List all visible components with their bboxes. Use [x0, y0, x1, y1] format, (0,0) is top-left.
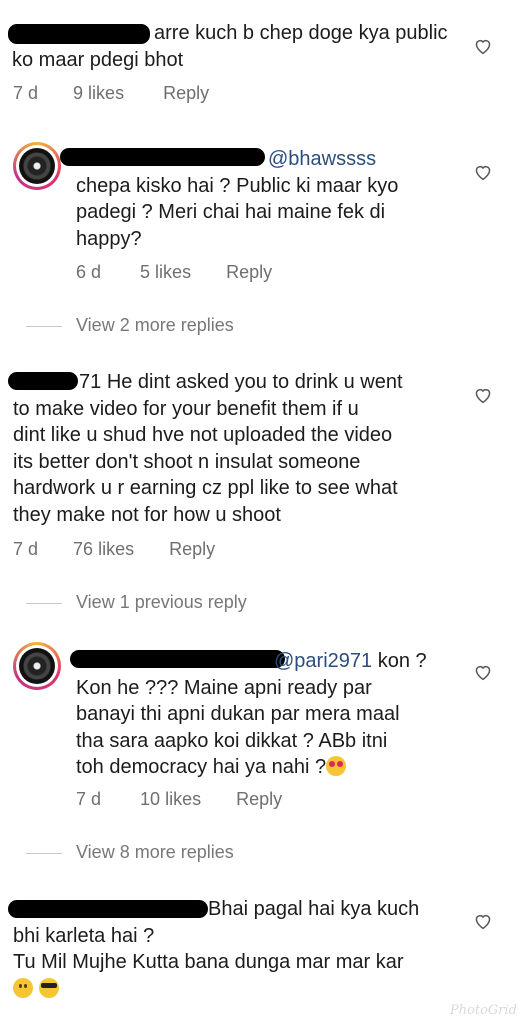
mention-link[interactable]: @bhawssss: [76, 146, 398, 173]
reply-button[interactable]: Reply: [169, 539, 215, 560]
heart-eyes-emoji: [326, 756, 347, 776]
comment-text: 71 He dint asked you to drink u went to …: [13, 371, 403, 526]
sunglasses-emoji: [38, 977, 59, 998]
timestamp: 6 d: [76, 262, 102, 282]
comment-3: Bhai pagal hai kya kuch bhi karleta hai …: [0, 890, 525, 1024]
comment-meta: 7 d 10 likes Reply: [76, 789, 282, 810]
thread-divider: [26, 326, 62, 327]
reply-button[interactable]: Reply: [226, 262, 272, 283]
reply-button[interactable]: Reply: [236, 789, 282, 810]
comment-meta: 7 d 9 likes Reply: [13, 83, 209, 104]
comment-text: @bhawssss chepa kisko hai ? Public ki ma…: [76, 146, 399, 250]
mention-link[interactable]: @pari2971: [274, 650, 372, 672]
slight-smile-emoji: [13, 977, 33, 998]
heart-outline-icon[interactable]: [473, 663, 493, 681]
comment-text: arre kuch b chep doge kya public ko maar…: [12, 22, 448, 71]
reply-button[interactable]: Reply: [163, 83, 209, 104]
comment-reply-2: @pari2971 kon ? Kon he ??? Maine apni re…: [0, 636, 525, 816]
watermark: PhotoGrid: [449, 1003, 517, 1018]
thread-divider: [26, 603, 62, 604]
avatar[interactable]: [13, 142, 61, 190]
comment-text: @pari2971 kon ? Kon he ??? Maine apni re…: [76, 650, 427, 778]
likes-count[interactable]: 76 likes: [73, 539, 134, 560]
thread-divider: [26, 853, 62, 854]
comment-text: Bhai pagal hai kya kuch bhi karleta hai …: [13, 896, 419, 1002]
heart-outline-icon[interactable]: [473, 37, 493, 55]
likes-count[interactable]: 5 likes: [140, 262, 191, 283]
likes-count[interactable]: 10 likes: [140, 789, 201, 810]
heart-outline-icon[interactable]: [473, 912, 493, 930]
heart-outline-icon[interactable]: [473, 163, 493, 181]
timestamp: 7 d: [13, 83, 39, 103]
view-more-replies[interactable]: View 8 more replies: [76, 842, 234, 863]
comment-meta: 6 d 5 likes Reply: [76, 262, 272, 283]
heart-outline-icon[interactable]: [473, 386, 493, 404]
likes-count[interactable]: 9 likes: [73, 83, 124, 104]
comment-meta: 7 d 76 likes Reply: [13, 539, 215, 560]
comment-2: 71 He dint asked you to drink u went to …: [0, 360, 525, 570]
view-more-replies[interactable]: View 2 more replies: [76, 315, 234, 336]
timestamp: 7 d: [13, 539, 39, 559]
comment-reply-1: @bhawssss chepa kisko hai ? Public ki ma…: [0, 130, 525, 300]
avatar[interactable]: [13, 642, 61, 690]
view-previous-reply[interactable]: View 1 previous reply: [76, 592, 247, 613]
timestamp: 7 d: [76, 789, 102, 809]
comment-1: arre kuch b chep doge kya public ko maar…: [0, 0, 525, 120]
